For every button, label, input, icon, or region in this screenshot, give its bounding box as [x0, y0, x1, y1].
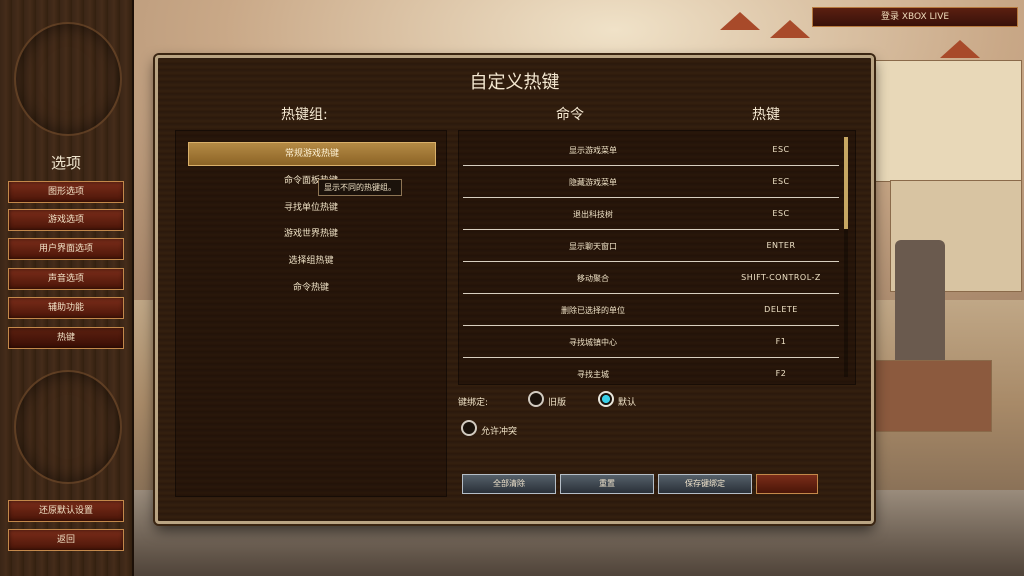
command-name: 显示游戏菜单: [569, 146, 617, 155]
reset-button[interactable]: 重置: [560, 474, 654, 494]
sidebar-item-accessibility[interactable]: 辅助功能: [8, 297, 124, 319]
hotkey-value: ESC: [772, 177, 790, 186]
sidebar-ornament: [14, 370, 122, 484]
command-name: 寻找主城: [577, 370, 609, 379]
background-roof: [720, 12, 760, 30]
background-roof: [940, 40, 980, 58]
panel-title: 自定义热键: [469, 72, 560, 93]
table-row[interactable]: 显示聊天窗口 ENTER: [463, 233, 839, 262]
binding-legacy-label: 旧版: [548, 398, 567, 408]
hotkey-value: DELETE: [764, 305, 798, 314]
back-button[interactable]: 返回: [8, 529, 124, 551]
clear-all-button[interactable]: 全部清除: [462, 474, 556, 494]
command-scrollbar[interactable]: [844, 137, 848, 377]
table-row[interactable]: 退出科技树 ESC: [463, 201, 839, 230]
hotkey-value: ENTER: [766, 241, 796, 250]
hotkey-value: F1: [775, 337, 787, 346]
table-row[interactable]: 寻找城镇中心 F1: [463, 329, 839, 358]
save-bindings-button[interactable]: 保存键绑定: [658, 474, 752, 494]
sidebar-item-game[interactable]: 游戏选项: [8, 209, 124, 231]
group-item-commands[interactable]: 命令热键: [188, 277, 434, 299]
options-sidebar: 选项 图形选项 游戏选项 用户界面选项 声音选项 辅助功能 热键 还原默认设置 …: [0, 0, 134, 576]
table-row[interactable]: 删除已选择的单位 DELETE: [463, 297, 839, 326]
command-name: 退出科技树: [573, 210, 613, 219]
group-item-game-world[interactable]: 游戏世界热键: [188, 223, 434, 245]
scroll-thumb[interactable]: [844, 137, 848, 229]
extra-button[interactable]: [756, 474, 818, 494]
group-header: 热键组:: [281, 107, 328, 123]
table-row[interactable]: 显示游戏菜单 ESC: [463, 137, 839, 166]
group-tooltip: 显示不同的热键组。: [318, 179, 402, 196]
command-name: 寻找城镇中心: [569, 338, 617, 347]
sidebar-item-graphics[interactable]: 图形选项: [8, 181, 124, 203]
command-name: 隐藏游戏菜单: [569, 178, 617, 187]
table-row[interactable]: 移动聚合 SHIFT-CONTROL-Z: [463, 265, 839, 294]
sidebar-item-hotkeys[interactable]: 热键: [8, 327, 124, 349]
background-building: [872, 360, 992, 432]
hotkey-value: SHIFT-CONTROL-Z: [741, 273, 821, 282]
hotkey-group-list: 常规游戏热键 命令面板热键 寻找单位热键 游戏世界热键 选择组热键 命令热键: [175, 130, 447, 497]
hotkey-value: ESC: [772, 209, 790, 218]
table-row[interactable]: 寻找主城 F2: [463, 361, 839, 384]
command-header: 命令: [556, 107, 584, 123]
command-name: 删除已选择的单位: [561, 306, 625, 315]
background-roof: [770, 20, 810, 38]
group-item-select-group[interactable]: 选择组热键: [188, 250, 434, 272]
hotkey-header: 热键: [752, 107, 780, 123]
group-item-general[interactable]: 常规游戏热键: [188, 142, 436, 166]
binding-label: 键绑定:: [458, 398, 489, 408]
hotkey-value: ESC: [772, 145, 790, 154]
binding-default-label: 默认: [618, 398, 637, 408]
binding-default-radio[interactable]: [598, 391, 614, 407]
allow-conflict-label: 允许冲突: [481, 427, 518, 437]
group-item-find-unit[interactable]: 寻找单位热键: [188, 197, 434, 219]
sidebar-item-ui[interactable]: 用户界面选项: [8, 238, 124, 260]
background-building: [870, 60, 1022, 182]
sidebar-ornament: [14, 22, 122, 136]
command-name: 移动聚合: [577, 274, 609, 283]
command-name: 显示聊天窗口: [569, 242, 617, 251]
sidebar-item-sound[interactable]: 声音选项: [8, 268, 124, 290]
allow-conflict-checkbox[interactable]: [461, 420, 477, 436]
xbox-live-button[interactable]: 登录 XBOX LIVE: [812, 7, 1018, 27]
hotkey-panel: 自定义热键 热键组: 命令 热键 常规游戏热键 命令面板热键 寻找单位热键 游戏…: [155, 55, 874, 524]
sidebar-title: 选项: [50, 154, 81, 172]
hotkey-value: F2: [775, 369, 787, 378]
binding-legacy-radio[interactable]: [528, 391, 544, 407]
background-tower: [895, 240, 945, 360]
restore-defaults-button[interactable]: 还原默认设置: [8, 500, 124, 522]
command-list: 显示游戏菜单 ESC 隐藏游戏菜单 ESC 退出科技树 ESC 显示聊天窗口 E…: [458, 130, 856, 385]
table-row[interactable]: 隐藏游戏菜单 ESC: [463, 169, 839, 198]
